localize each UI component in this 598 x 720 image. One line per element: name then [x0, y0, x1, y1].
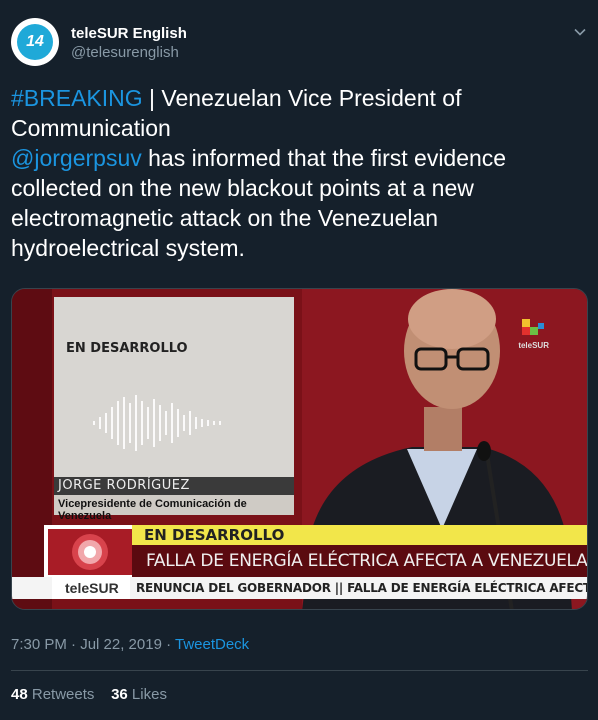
ticker-text: RENUNCIA DEL GOBERNADOR || FALLA DE ENER…	[136, 581, 587, 595]
retweet-label[interactable]: Retweets	[32, 686, 95, 703]
logo-thumbnail	[44, 525, 136, 579]
tweet-header: 14 teleSUR English @telesurenglish	[11, 16, 588, 66]
role-band: Vicepresidente de Comunicación de Venezu…	[54, 495, 294, 522]
avatar[interactable]: 14	[11, 18, 59, 66]
card-title: EN DESARROLLO	[66, 341, 188, 356]
like-label[interactable]: Likes	[132, 686, 167, 703]
person-role: Vicepresidente de Comunicación de Venezu…	[58, 498, 247, 522]
tweet-media[interactable]: EN DESARROLLO JORGE RODRÍGUEZ Vicepresid…	[11, 288, 588, 610]
avatar-logo: 14	[17, 24, 53, 60]
person-name: JORGE RODRÍGUEZ	[58, 478, 190, 493]
globe-icon	[72, 534, 108, 570]
headline-banner: FALLA DE ENERGÍA ELÉCTRICA AFECTA A VENE…	[132, 545, 588, 577]
news-ticker: teleSUR RENUNCIA DEL GOBERNADOR || FALLA…	[12, 577, 587, 599]
account-names: teleSUR English @telesurenglish	[71, 25, 187, 63]
brand-watermark: teleSUR	[518, 341, 549, 350]
headline-text: FALLA DE ENERGÍA ELÉCTRICA AFECTA A VENE…	[146, 551, 588, 571]
tweet-stats: 48 Retweets 36 Likes	[11, 686, 167, 703]
tweet-text: #BREAKING | Venezuelan Vice President of…	[11, 83, 581, 263]
divider	[11, 670, 588, 671]
handle[interactable]: @telesurenglish	[71, 43, 187, 63]
lower-third-card: EN DESARROLLO JORGE RODRÍGUEZ Vicepresid…	[54, 297, 294, 522]
ticker-logo: teleSUR	[65, 580, 119, 596]
audio-waveform-icon	[93, 395, 221, 451]
retweet-count[interactable]: 48	[11, 686, 28, 703]
chevron-down-icon[interactable]	[572, 24, 588, 40]
thumbnail-graphic	[48, 529, 132, 575]
name-band: JORGE RODRÍGUEZ	[54, 477, 294, 495]
display-name[interactable]: teleSUR English	[71, 25, 187, 43]
mention-link[interactable]: @jorgerpsuv	[11, 145, 142, 171]
tweet-meta: 7:30 PM · Jul 22, 2019 · TweetDeck	[11, 636, 249, 653]
banner-label: EN DESARROLLO	[144, 526, 285, 544]
source-link[interactable]: TweetDeck	[175, 636, 249, 653]
timestamp[interactable]: 7:30 PM · Jul 22, 2019 ·	[11, 636, 175, 653]
like-count[interactable]: 36	[111, 686, 128, 703]
hashtag-link[interactable]: #BREAKING	[11, 85, 143, 111]
breaking-banner: EN DESARROLLO	[132, 525, 587, 545]
